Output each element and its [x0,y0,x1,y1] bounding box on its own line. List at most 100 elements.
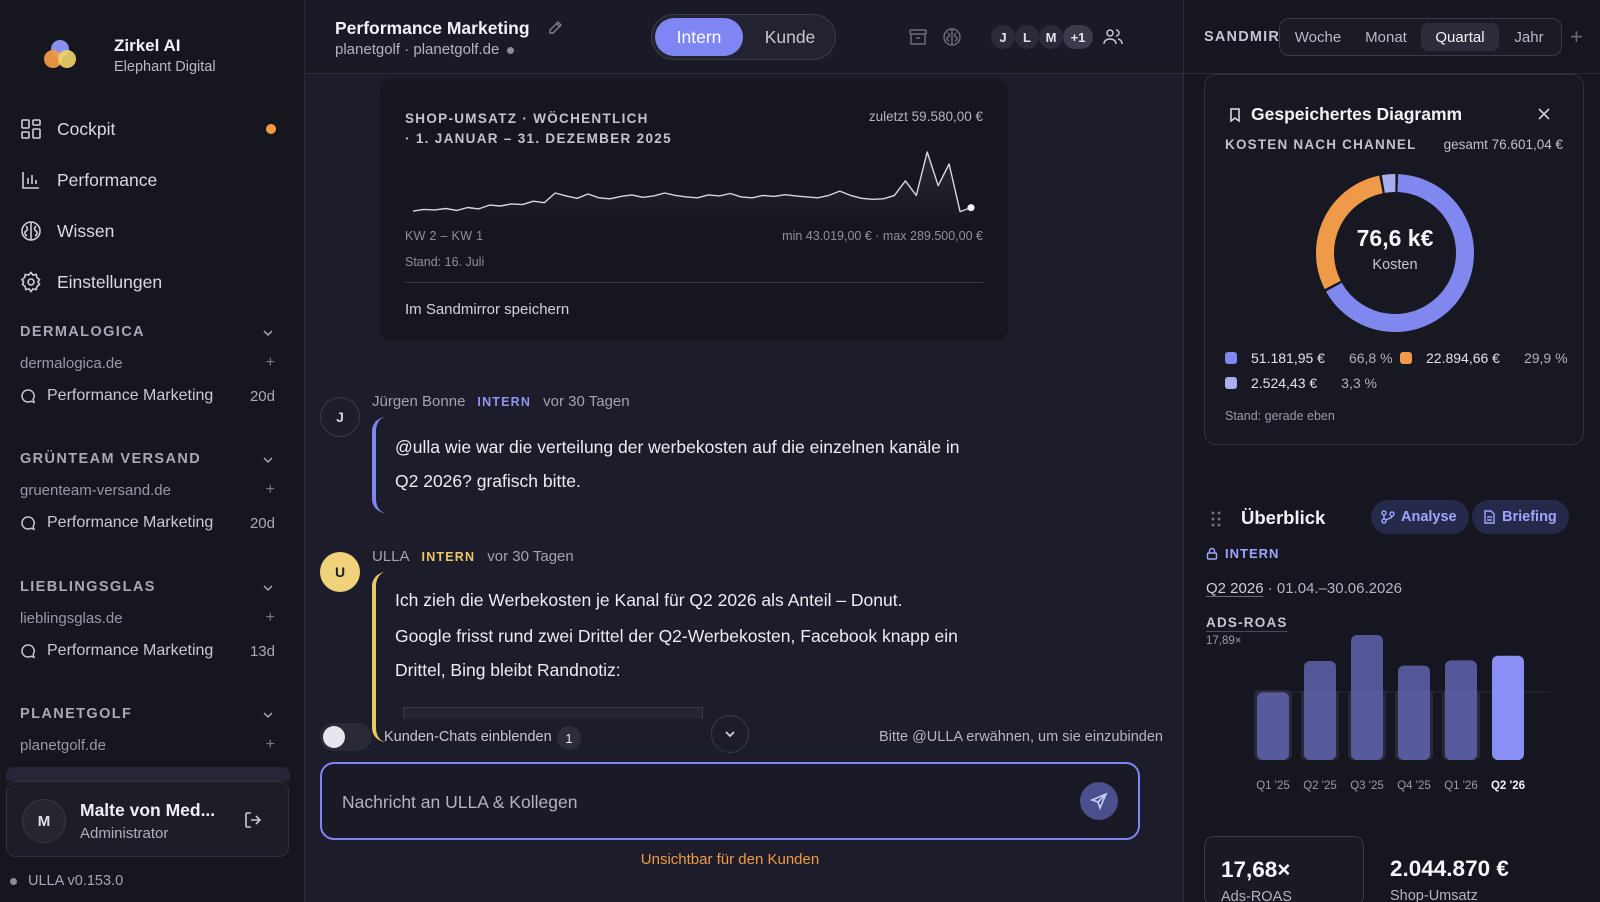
x-tick-label: Q2 '25 [1303,780,1337,792]
sidebar: Zirkel AI Elephant Digital Cockpit Perfo… [0,0,305,902]
version-label: ULLA v0.153.0 [10,873,123,889]
add-chat-button[interactable]: + [266,481,275,499]
nav-performance[interactable]: Performance [20,162,282,198]
chat-header: Performance Marketing planetgolf · plane… [305,0,1183,74]
group-planetgolf[interactable]: PLANETGOLF [20,706,275,722]
domain-label: gruenteam-versand.de [20,482,171,499]
toggle-intern[interactable]: Intern [655,18,743,56]
participant-avatar[interactable]: J [991,25,1015,49]
legend-swatch [1400,352,1412,364]
logout-icon[interactable] [242,809,264,831]
avatar: U [320,552,360,592]
briefing-button[interactable]: Briefing [1472,500,1569,534]
domain-label: planetgolf.de [20,737,106,754]
add-chat-button[interactable]: + [266,354,275,372]
lock-icon [1206,547,1218,560]
customer-chats-toggle[interactable] [320,723,372,751]
nav-cockpit[interactable]: Cockpit [20,111,282,147]
card-stand: Stand: 16. Juli [405,255,485,269]
save-to-sandmirror-button[interactable]: Im Sandmirror speichern [405,301,569,318]
group-domain: dermalogica.de + [20,354,275,372]
saved-chart-total: gesamt 76.601,04 € [1443,137,1563,152]
legend-item: 51.181,95 € 66,8 % [1225,350,1393,366]
send-icon [1090,792,1108,810]
message-time: vor 30 Tagen [543,393,630,410]
kpi-ads-roas[interactable]: 17,68× Ads-ROAS [1204,836,1364,902]
domain-label: dermalogica.de [20,355,123,372]
chat-title: Performance Marketing [335,18,530,38]
y-axis-label: 17,89× [1206,635,1242,647]
participant-avatar[interactable]: M [1039,25,1063,49]
analyse-button[interactable]: Analyse [1371,500,1469,534]
bar [1492,655,1524,760]
message-composer [320,762,1140,840]
period-quartal[interactable]: Quartal [1421,23,1499,51]
chart-card: SHOP-UMSATZ · WÖCHENTLICH · 1. JANUAR – 3… [380,79,1008,341]
group-gruenteam[interactable]: GRÜNTEAM VERSAND [20,451,275,467]
bar [1257,692,1289,760]
chat-item-gruenteam[interactable]: Performance Marketing 20d [20,511,275,535]
table-preview [403,707,703,719]
participant-more[interactable]: +1 [1063,25,1093,49]
chat-title: Performance Marketing [47,514,214,531]
period-woche[interactable]: Woche [1286,23,1350,51]
quarter-link[interactable]: Q2 2026 [1206,580,1264,597]
scroll-down-button[interactable] [711,715,749,753]
user-name: Malte von Med... [80,800,216,820]
chat-item-dermalogica[interactable]: Performance Marketing 20d [20,384,275,408]
group-lieblingsglas[interactable]: LIEBLINGSGLAS [20,579,275,595]
active-chat-item[interactable] [6,767,290,781]
metric-selector[interactable]: ADS-ROAS [1206,615,1288,630]
group-domain: planetgolf.de + [20,736,275,754]
count-badge: 1 [557,726,581,750]
visibility-label: INTERN [1225,546,1280,561]
kpi-shop-umsatz[interactable]: 2.044.870 € Shop-Umsatz [1374,836,1574,902]
legend-value: 2.524,43 € [1251,375,1318,391]
add-chat-button[interactable]: + [266,736,275,754]
subtitle-text: planetgolf · planetgolf.de [335,41,500,58]
version-text: ULLA v0.153.0 [28,873,124,889]
close-icon[interactable] [1535,105,1553,123]
x-tick-label: Q2 '26 [1491,780,1525,792]
chat-bubble-icon [21,389,36,404]
period-jahr[interactable]: Jahr [1501,23,1557,51]
period-monat[interactable]: Monat [1353,23,1419,51]
participant-avatar[interactable]: L [1015,25,1039,49]
nav-wissen[interactable]: Wissen [20,213,282,249]
chat-thread: SHOP-UMSATZ · WÖCHENTLICH · 1. JANUAR – 3… [305,74,1183,902]
message-input[interactable] [342,788,1042,816]
briefing-label: Briefing [1502,509,1557,525]
add-widget-button[interactable]: + [1570,24,1583,50]
chat-bubble-icon [21,516,36,531]
gear-icon [20,271,41,293]
users-icon[interactable] [1102,26,1124,48]
nav-label: Performance [57,169,158,190]
group-name: GRÜNTEAM VERSAND [20,451,202,467]
status-dot [507,46,515,54]
archive-icon[interactable] [907,26,929,48]
legend-item: 22.894,66 € 29,9 % [1400,350,1568,366]
add-chat-button[interactable]: + [266,609,275,627]
divider [405,282,983,283]
message-meta: ULLA INTERN vor 30 Tagen [372,548,574,565]
send-button[interactable] [1080,782,1118,820]
drag-handle-icon[interactable] [1210,510,1222,528]
roas-bar-chart: 17,89× Q1 '25 Q2 '25 Q3 '25 Q4 '25 Q1 '26 Q2 '… [1206,635,1550,792]
message-time: vor 30 Tagen [487,548,574,565]
status-dot [10,877,17,885]
sparkline-chart [412,151,975,225]
saved-chart-stand: Stand: gerade eben [1225,409,1335,423]
x-tick-label: Q3 '25 [1350,780,1384,792]
group-dermalogica[interactable]: DERMALOGICA [20,324,275,340]
brain-icon[interactable] [941,26,963,48]
group-domain: gruenteam-versand.de + [20,481,275,499]
avatar: J [320,397,360,437]
user-card[interactable]: M Malte von Med... Administrator [6,781,289,857]
card-range: KW 2 – KW 1 [405,229,484,243]
toggle-kunde[interactable]: Kunde [749,18,831,56]
chat-item-lieblingsglas[interactable]: Performance Marketing 13d [20,639,275,663]
pencil-icon[interactable] [547,20,563,36]
nav-label: Wissen [57,220,115,241]
grid-icon [21,119,41,139]
nav-einstellungen[interactable]: Einstellungen [20,264,282,300]
